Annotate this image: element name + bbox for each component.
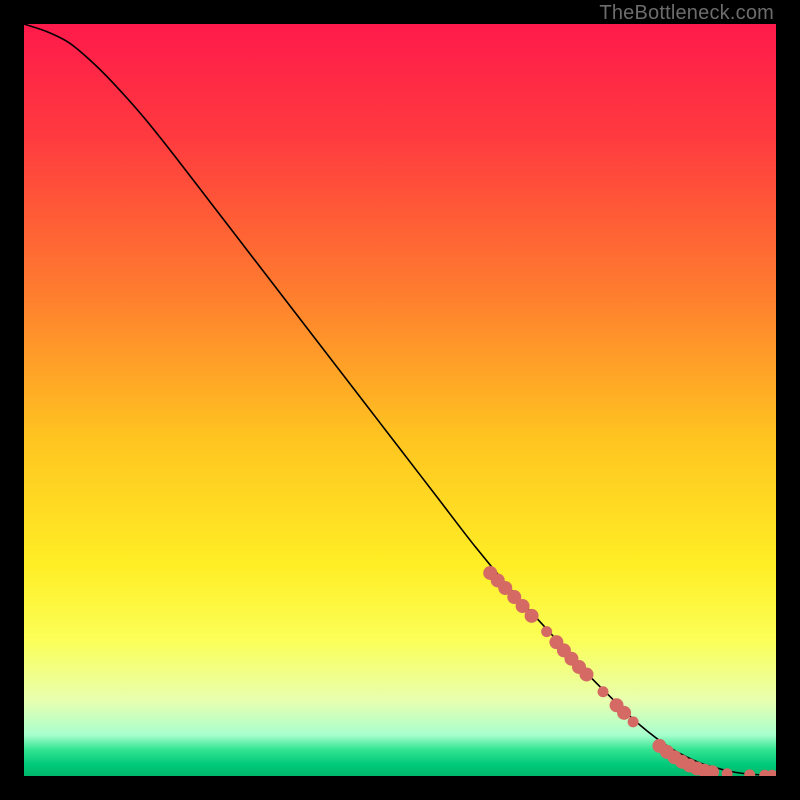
chart-background (24, 24, 776, 776)
chart-frame (24, 24, 776, 776)
marker-dot (598, 686, 609, 697)
bottleneck-chart (24, 24, 776, 776)
marker-dot (525, 609, 539, 623)
marker-dot (579, 667, 593, 681)
watermark-text: TheBottleneck.com (599, 2, 774, 25)
marker-dot (541, 626, 552, 637)
marker-dot (628, 716, 639, 727)
marker-dot (617, 706, 631, 720)
